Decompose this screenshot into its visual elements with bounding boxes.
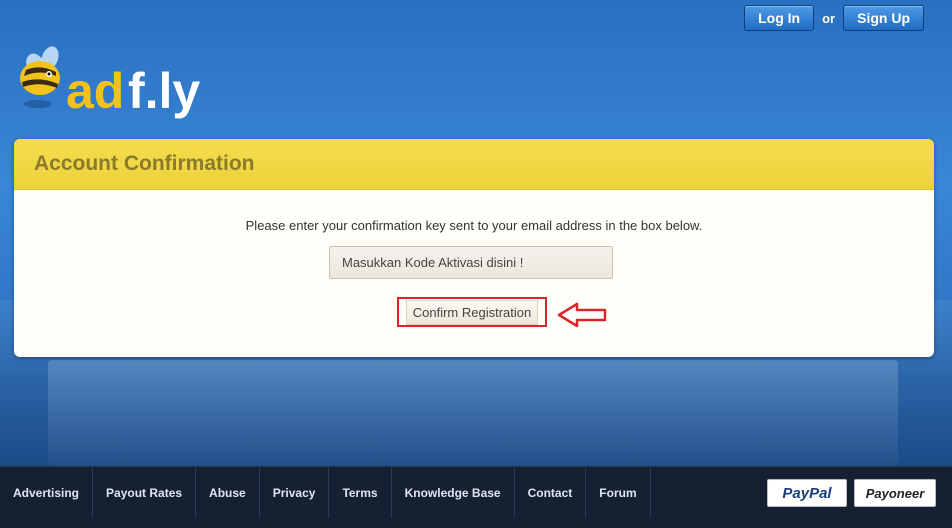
page-title: Account Confirmation [34, 152, 255, 175]
signup-button[interactable]: Sign Up [843, 5, 924, 31]
footer-link-privacy[interactable]: Privacy [260, 467, 330, 518]
footer-link-abuse[interactable]: Abuse [196, 467, 260, 518]
login-button[interactable]: Log In [744, 5, 815, 31]
confirm-registration-button[interactable]: Confirm Registration [405, 299, 539, 325]
confirmation-key-input[interactable] [329, 246, 613, 279]
background-panel [48, 360, 898, 465]
payment-badges: PayPal Payoneer [767, 479, 936, 507]
footer-link-advertising[interactable]: Advertising [0, 467, 94, 518]
auth-separator: or [822, 10, 836, 26]
footer-link-terms[interactable]: Terms [329, 467, 392, 518]
adfly-logo[interactable]: ad f.ly [16, 38, 206, 124]
card-header: Account Confirmation [14, 139, 934, 190]
payoneer-logo: Payoneer [854, 479, 936, 507]
confirmation-card: Account Confirmation Please enter your c… [14, 139, 934, 357]
footer: Advertising Payout Rates Abuse Privacy T… [0, 466, 952, 528]
instructions-text: Please enter your confirmation key sent … [245, 218, 703, 233]
footer-link-payout-rates[interactable]: Payout Rates [93, 467, 197, 518]
footer-link-contact[interactable]: Contact [515, 467, 587, 518]
logo-text-fly: f.ly [128, 63, 200, 119]
left-arrow-icon [557, 302, 607, 328]
footer-nav: Advertising Payout Rates Abuse Privacy T… [0, 467, 651, 518]
footer-link-forum[interactable]: Forum [586, 467, 651, 518]
logo-text-ad: ad [66, 63, 124, 119]
auth-bar: Log In or Sign Up [744, 5, 924, 31]
footer-link-knowledge-base[interactable]: Knowledge Base [392, 467, 515, 518]
confirm-highlight-box: Confirm Registration [397, 297, 547, 327]
paypal-logo: PayPal [767, 479, 847, 507]
